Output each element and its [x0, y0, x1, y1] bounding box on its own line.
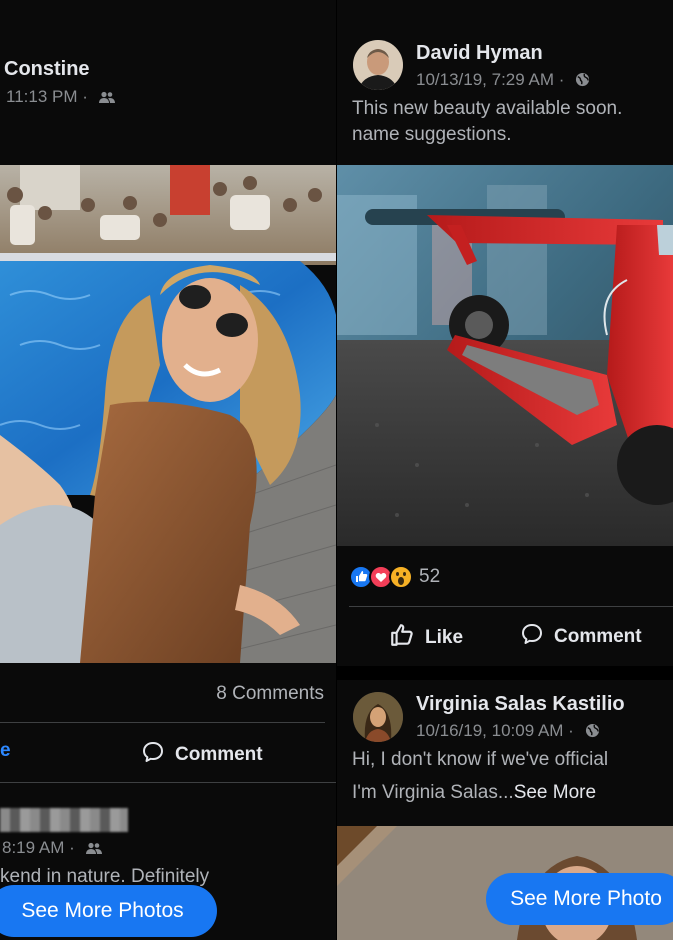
- post-text-line-1: This new beauty available soon.: [352, 98, 623, 119]
- pool-photo[interactable]: [0, 165, 336, 663]
- post-text-line-2: name suggestions.: [352, 124, 512, 145]
- comment-icon: [520, 622, 544, 652]
- post-timestamp: 10/13/19, 7:29 AM ·: [416, 70, 590, 92]
- blurred-author-name: [0, 808, 128, 832]
- post-timestamp: 11:13 PM ·: [6, 87, 115, 109]
- divider: [0, 722, 325, 723]
- like-label: Like: [425, 627, 464, 648]
- post-timestamp: 8:19 AM ·: [2, 838, 102, 860]
- thumbs-up-icon: [389, 622, 415, 654]
- reaction-icons[interactable]: [349, 565, 415, 589]
- globe-icon: [585, 723, 600, 743]
- like-button[interactable]: Like: [389, 622, 463, 654]
- post-text-line-1: Hi, I don't know if we've official: [352, 749, 609, 770]
- friends-icon: [85, 840, 102, 860]
- wow-reaction-icon: [389, 565, 413, 594]
- divider: [349, 606, 673, 607]
- post-time: 8:19 AM ·: [2, 838, 75, 857]
- see-more-photos-button[interactable]: See More Photos: [0, 885, 217, 937]
- post-author-name[interactable]: Virginia Salas Kastilio: [416, 693, 625, 716]
- post-text: I'm Virginia Salas...: [352, 782, 514, 803]
- like-button[interactable]: e: [0, 740, 11, 762]
- post-timestamp: 10/16/19, 10:09 AM ·: [416, 721, 600, 743]
- left-post-card: Constine 11:13 PM · 8 Comments e Comment…: [0, 0, 336, 940]
- post-author-name[interactable]: Constine: [4, 58, 90, 81]
- comment-icon: [141, 740, 165, 770]
- comment-label: Comment: [554, 626, 642, 647]
- divider: [0, 782, 336, 783]
- like-label: e: [0, 740, 11, 761]
- post-text-line-2: I'm Virginia Salas...See More: [352, 780, 596, 806]
- comment-button[interactable]: Comment: [520, 622, 642, 652]
- comment-label: Comment: [175, 744, 263, 765]
- avatar[interactable]: [353, 40, 403, 90]
- see-more-link[interactable]: See More: [514, 782, 596, 803]
- avatar[interactable]: [353, 692, 403, 742]
- post-author-name[interactable]: David Hyman: [416, 42, 543, 65]
- post-time: 11:13 PM ·: [6, 87, 88, 106]
- post-time: 10/16/19, 10:09 AM ·: [416, 721, 574, 740]
- see-more-photos-button[interactable]: See More Photo: [486, 873, 673, 925]
- post-time: 10/13/19, 7:29 AM ·: [416, 70, 565, 89]
- scooter-photo[interactable]: [337, 165, 673, 546]
- comments-count[interactable]: 8 Comments: [216, 683, 324, 705]
- reaction-count[interactable]: 52: [419, 566, 440, 588]
- right-post-card: David Hyman 10/13/19, 7:29 AM · This new…: [337, 0, 673, 940]
- globe-icon: [575, 72, 590, 92]
- friends-icon: [98, 89, 115, 109]
- post-separator: [337, 666, 673, 680]
- comment-button[interactable]: Comment: [141, 740, 263, 770]
